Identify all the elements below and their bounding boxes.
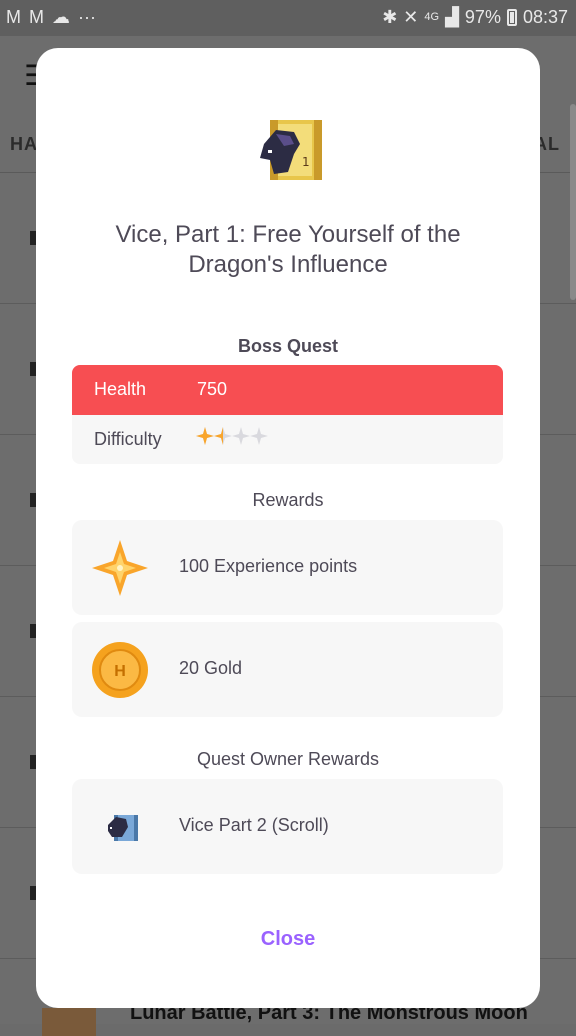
health-value: 750 — [197, 379, 228, 399]
difficulty-star-icon — [196, 427, 214, 445]
more-notifications-icon: ··· — [78, 7, 96, 27]
battery-percent: 97% — [464, 7, 501, 27]
battery-icon — [506, 8, 517, 26]
gmail-icon: M — [6, 7, 21, 27]
rewards-label: Rewards — [252, 490, 324, 510]
signal-icon: ▟ — [445, 7, 459, 27]
difficulty-label: Difficulty — [94, 429, 162, 449]
bluetooth-icon: ✱ — [382, 7, 398, 27]
boss-quest-label: Boss Quest — [237, 336, 339, 356]
quest-owner-rewards-label: Quest Owner Rewards — [196, 749, 380, 769]
cloud-icon: ☁ — [52, 7, 70, 27]
reward-text: 100 Experience points — [179, 556, 358, 576]
reward-text: Vice Part 2 (Scroll) — [179, 815, 329, 835]
close-button[interactable]: Close — [36, 928, 540, 951]
svg-text:H: H — [114, 663, 126, 680]
health-label: Health — [94, 379, 147, 399]
reward-scroll: Vice Part 2 (Scroll) — [72, 779, 503, 874]
reward-text: 20 Gold — [179, 658, 243, 678]
quest-detail-dialog: 1 Vice, Part 1: Free Yourself of the Dra… — [36, 48, 540, 1008]
svg-text:1: 1 — [302, 155, 310, 169]
difficulty-star-icon — [250, 427, 268, 445]
difficulty-star-icon — [232, 427, 250, 445]
quest-title: Vice, Part 1: Free Yourself of the Drago… — [115, 221, 461, 278]
gold-coin-icon: H — [92, 642, 148, 698]
difficulty-stars — [196, 427, 268, 445]
reward-experience: 100 Experience points — [72, 520, 503, 615]
scrollbar — [570, 104, 576, 300]
difficulty-star-icon — [214, 427, 232, 445]
health-row: Health 750 — [72, 365, 503, 415]
list-item-thumb — [42, 1008, 96, 1036]
scroll-icon — [108, 815, 138, 841]
reward-gold: H 20 Gold — [72, 622, 503, 717]
mail-icon: M — [29, 7, 44, 27]
boss-stats: Health 750 Difficulty — [72, 365, 503, 464]
status-bar: M M ☁ ··· ✱ ✕ 4G ▟ 97% 08:37 — [0, 0, 576, 36]
mute-icon: ✕ — [403, 7, 419, 27]
experience-star-icon — [92, 540, 148, 596]
network-type: 4G — [424, 11, 440, 23]
background-tab-left: HA — [10, 134, 38, 154]
quest-scroll-icon: 1 — [260, 120, 322, 180]
clock: 08:37 — [522, 7, 568, 27]
difficulty-row: Difficulty — [72, 415, 503, 464]
